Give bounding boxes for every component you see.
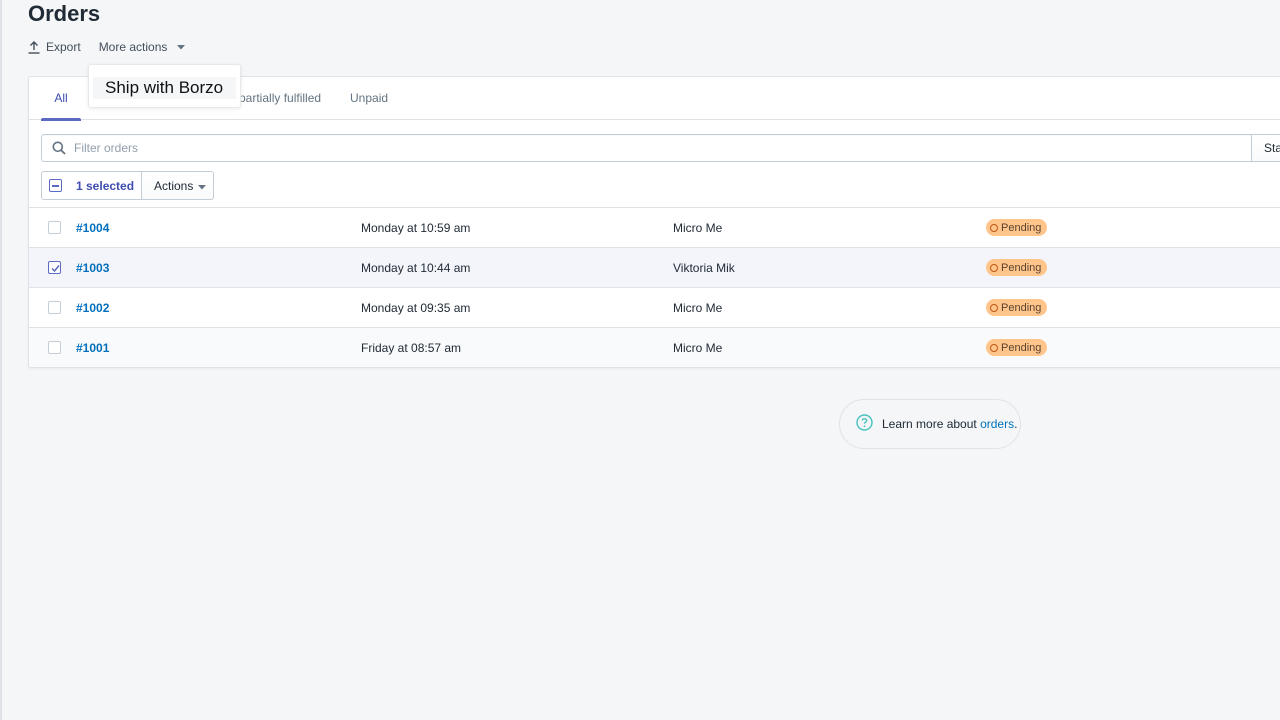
page-title: Orders bbox=[28, 1, 101, 26]
export-button[interactable]: Export bbox=[28, 40, 81, 54]
customer-name: Micro Me bbox=[673, 221, 723, 235]
order-date: Monday at 09:35 am bbox=[361, 301, 471, 315]
orders-table: #1004 Monday at 10:59 am Micro Me Pendin… bbox=[29, 207, 1280, 367]
order-date: Monday at 10:59 am bbox=[361, 221, 471, 235]
learn-more-callout: Learn more about orders. bbox=[839, 399, 1021, 449]
row-checkbox[interactable] bbox=[48, 301, 61, 314]
bulk-actions-button[interactable]: Actions bbox=[142, 171, 214, 200]
pending-dot-icon bbox=[990, 343, 998, 352]
row-checkbox[interactable] bbox=[48, 341, 61, 354]
ship-with-borzo-item[interactable]: Ship with Borzo bbox=[93, 77, 236, 99]
table-row[interactable]: #1001 Friday at 08:57 am Micro Me Pendin… bbox=[29, 327, 1280, 367]
caret-down-icon bbox=[177, 44, 186, 50]
row-checkbox[interactable] bbox=[48, 221, 61, 234]
bulk-actions-label: Actions bbox=[154, 178, 194, 193]
customer-name: Micro Me bbox=[673, 301, 723, 315]
help-circle-icon bbox=[856, 414, 873, 434]
status-label: Pending bbox=[1001, 261, 1042, 274]
more-actions-popover: Ship with Borzo bbox=[88, 64, 241, 108]
caret-down-icon bbox=[198, 179, 207, 193]
order-number-link[interactable]: #1004 bbox=[76, 221, 109, 235]
tab-all[interactable]: All bbox=[41, 77, 81, 121]
bulk-actions-bar: 1 selected Actions bbox=[41, 171, 214, 200]
table-row[interactable]: #1004 Monday at 10:59 am Micro Me Pendin… bbox=[29, 207, 1280, 247]
order-number-link[interactable]: #1001 bbox=[76, 341, 109, 355]
status-label: Pending bbox=[1001, 341, 1042, 354]
indeterminate-checkbox[interactable] bbox=[49, 179, 62, 192]
left-divider bbox=[0, 0, 2, 720]
status-label: Pending bbox=[1001, 221, 1042, 234]
table-row[interactable]: #1002 Monday at 09:35 am Micro Me Pendin… bbox=[29, 287, 1280, 327]
status-badge: Pending bbox=[986, 339, 1048, 356]
status-filter-button[interactable]: Sta bbox=[1251, 134, 1280, 162]
secondary-actions: Export More actions bbox=[28, 38, 186, 56]
search-icon bbox=[52, 141, 66, 160]
pending-dot-icon bbox=[990, 263, 998, 272]
learn-more-suffix: . bbox=[1014, 417, 1018, 431]
order-number-link[interactable]: #1003 bbox=[76, 261, 109, 275]
order-date: Monday at 10:44 am bbox=[361, 261, 471, 275]
filter-bar: Sta bbox=[41, 134, 1280, 162]
order-date: Friday at 08:57 am bbox=[361, 341, 462, 355]
pending-dot-icon bbox=[990, 223, 998, 232]
learn-more-prefix: Learn more about bbox=[882, 417, 981, 431]
status-badge: Pending bbox=[986, 259, 1048, 276]
more-actions-label: More actions bbox=[98, 40, 168, 54]
status-label: Pending bbox=[1001, 301, 1042, 314]
pending-dot-icon bbox=[990, 303, 998, 312]
orders-help-link[interactable]: orders bbox=[980, 417, 1014, 431]
selected-count-label: 1 selected bbox=[76, 178, 135, 193]
learn-more-text: Learn more about orders. bbox=[882, 417, 1017, 431]
filter-orders-input[interactable] bbox=[74, 138, 1234, 158]
export-icon bbox=[28, 40, 40, 54]
row-checkbox[interactable] bbox=[48, 261, 61, 274]
tab-unpaid[interactable]: Unpaid bbox=[350, 77, 388, 120]
more-actions-button[interactable]: More actions bbox=[99, 40, 186, 54]
export-label: Export bbox=[46, 40, 81, 54]
customer-name: Micro Me bbox=[673, 341, 723, 355]
status-badge: Pending bbox=[986, 219, 1048, 236]
status-badge: Pending bbox=[986, 299, 1048, 316]
customer-name: Viktoria Mik bbox=[673, 261, 735, 275]
order-number-link[interactable]: #1002 bbox=[76, 301, 109, 315]
orders-card: All d partially fulfilled Unpaid Sta 1 s… bbox=[28, 76, 1280, 368]
checkmark-icon bbox=[51, 265, 60, 273]
tab-partially-fulfilled[interactable]: d partially fulfilled bbox=[229, 77, 329, 120]
table-row[interactable]: #1003 Monday at 10:44 am Viktoria Mik Pe… bbox=[29, 247, 1280, 287]
bulk-select-button[interactable]: 1 selected bbox=[41, 171, 142, 200]
